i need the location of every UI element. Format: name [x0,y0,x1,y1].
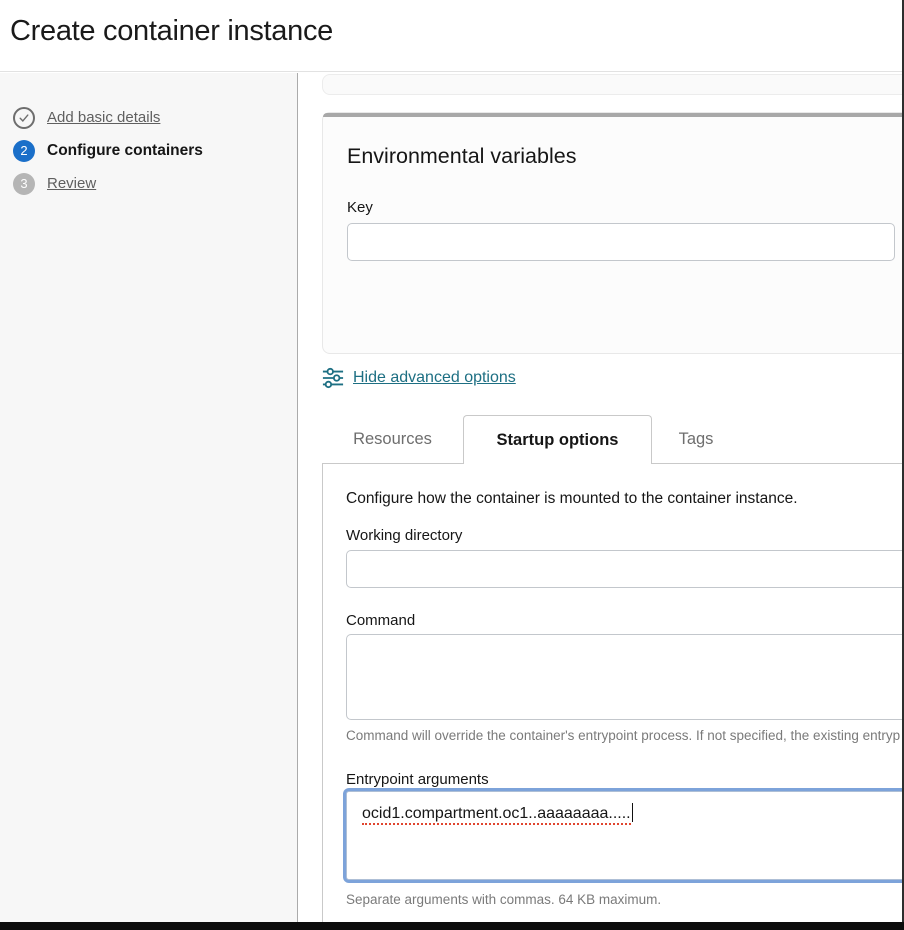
command-helper-text: Command will override the container's en… [346,728,904,743]
tab-startup-options[interactable]: Startup options [463,415,652,464]
card-accent-bar [323,113,904,117]
main-content: Environmental variables Key Hide advance… [299,73,904,922]
step-number-badge: 2 [13,140,35,162]
wizard-step-label[interactable]: Review [47,175,96,192]
page-header: Create container instance [0,0,904,72]
wizard-step-review[interactable]: 3 Review [13,167,297,200]
working-directory-input[interactable] [346,550,904,588]
wizard-sidebar: Add basic details 2 Configure containers… [0,73,298,922]
wizard-step-label[interactable]: Add basic details [47,109,160,126]
window-bottom-edge [0,922,904,930]
entrypoint-arguments-label: Entrypoint arguments [346,771,904,788]
startup-panel-intro: Configure how the container is mounted t… [346,490,904,508]
hide-advanced-options-label[interactable]: Hide advanced options [353,369,516,387]
wizard-step-add-basic-details[interactable]: Add basic details [13,101,297,134]
entrypoint-arguments-textarea[interactable]: ocid1.compartment.oc1..aaaaaaaa..... [346,791,904,880]
sliders-icon [322,367,344,389]
page-title: Create container instance [0,0,904,48]
text-caret [632,803,633,822]
env-key-input[interactable] [347,223,895,261]
entrypoint-arguments-value: ocid1.compartment.oc1..aaaaaaaa..... [362,805,631,825]
environmental-variables-title: Environmental variables [347,144,904,169]
step-number-badge: 3 [13,173,35,195]
entrypoint-helper-text: Separate arguments with commas. 64 KB ma… [346,892,904,907]
environmental-variables-card: Environmental variables Key [322,112,904,354]
startup-options-panel: Configure how the container is mounted t… [322,463,904,922]
check-icon [13,107,35,129]
command-textarea[interactable] [346,634,904,720]
tab-resources[interactable]: Resources [322,415,463,464]
tab-tags[interactable]: Tags [652,415,740,464]
hide-advanced-options-link[interactable]: Hide advanced options [322,367,516,389]
collapsed-card-fragment [322,74,904,95]
wizard-steps: Add basic details 2 Configure containers… [0,73,297,200]
key-label: Key [347,199,904,216]
working-directory-label: Working directory [346,527,904,544]
command-label: Command [346,612,904,629]
wizard-step-configure-containers[interactable]: 2 Configure containers [13,134,297,167]
wizard-step-label: Configure containers [47,142,203,160]
tab-strip: Resources Startup options Tags [322,415,740,464]
